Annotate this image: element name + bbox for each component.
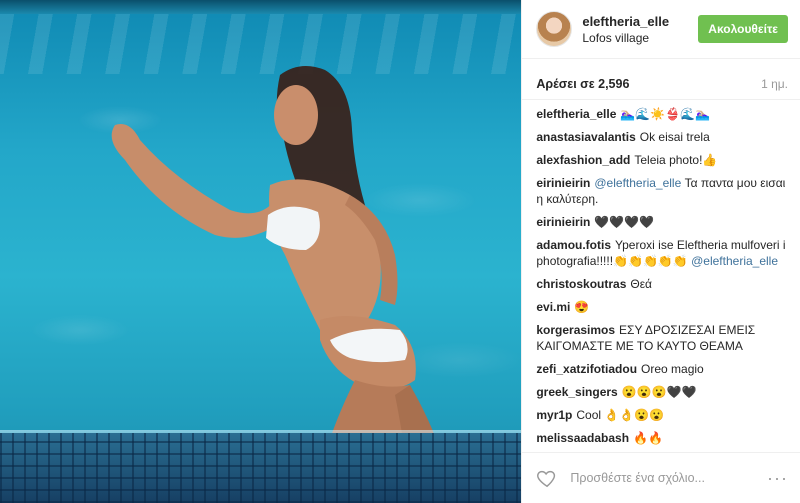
- comment-item: melissaadabash 🔥🔥: [536, 430, 788, 446]
- avatar[interactable]: [536, 11, 573, 47]
- likes-count[interactable]: Αρέσει σε 2,596: [536, 77, 629, 91]
- comment-item: eirinieirin @eleftheria_elle Τα παντα μου…: [536, 175, 788, 207]
- comment-item: myr1p Cool 👌👌😮😮: [536, 407, 788, 423]
- comment-mention[interactable]: @eleftheria_elle: [691, 254, 778, 268]
- username-link[interactable]: eleftheria_elle: [582, 14, 698, 29]
- comment-text: 😮😮😮🖤🖤: [621, 385, 697, 399]
- swimmer-figure: [111, 66, 440, 455]
- comment-text: Oreo magio: [641, 362, 704, 376]
- comment-username[interactable]: eleftheria_elle: [536, 107, 616, 121]
- comment-text: 🏊🏼‍♀️🌊☀️👙🌊🏊🏼‍♀️: [620, 107, 711, 121]
- comment-text: 🔥🔥: [633, 431, 663, 445]
- comment-username[interactable]: alexfashion_add: [536, 153, 630, 167]
- comment-username[interactable]: evi.mi: [536, 300, 570, 314]
- post-meta: Αρέσει σε 2,596 1 ημ.: [522, 59, 800, 100]
- comment-item: alexfashion_add Teleia photo!👍: [536, 152, 788, 168]
- comment-item: greek_singers 😮😮😮🖤🖤: [536, 384, 788, 400]
- post-photo[interactable]: [0, 0, 522, 503]
- comment-username[interactable]: christoskoutras: [536, 277, 626, 291]
- comment-username[interactable]: greek_singers: [536, 385, 617, 399]
- comment-text: Θεά: [630, 277, 652, 291]
- user-info: eleftheria_elle Lofos village: [582, 14, 698, 45]
- comment-username[interactable]: melissaadabash: [536, 431, 629, 445]
- more-options-icon[interactable]: ···: [767, 469, 788, 487]
- comment-item: anastasiavalantis Ok eisai trela: [536, 129, 788, 145]
- following-button[interactable]: Ακολουθείτε: [698, 15, 788, 43]
- location-link[interactable]: Lofos village: [582, 31, 698, 45]
- comment-item: evi.mi 😍: [536, 299, 788, 315]
- comment-username[interactable]: eirinieirin: [536, 176, 590, 190]
- pool-tile-floor: [0, 433, 522, 503]
- instagram-post: eleftheria_elle Lofos village Ακολουθείτ…: [0, 0, 800, 503]
- comment-item: christoskoutras Θεά: [536, 276, 788, 292]
- comment-username[interactable]: anastasiavalantis: [536, 130, 635, 144]
- comment-text: Cool 👌👌😮😮: [576, 408, 665, 422]
- add-comment-input[interactable]: Προσθέστε ένα σχόλιο...: [570, 471, 767, 485]
- comment-item: eleftheria_elle 🏊🏼‍♀️🌊☀️👙🌊🏊🏼‍♀️: [536, 106, 788, 122]
- comment-text: 🖤🖤🖤🖤: [594, 215, 655, 229]
- comment-username[interactable]: zefi_xatzifotiadou: [536, 362, 637, 376]
- comment-item: eirinieirin 🖤🖤🖤🖤: [536, 214, 788, 230]
- comment-item: zefi_xatzifotiadou Oreo magio: [536, 361, 788, 377]
- heart-outline-icon[interactable]: [536, 467, 558, 489]
- comment-text: 😍: [574, 300, 590, 314]
- comment-item: adamou.fotis Yperoxi ise Eleftheria mulfo…: [536, 237, 788, 269]
- comment-username[interactable]: adamou.fotis: [536, 238, 611, 252]
- comment-username[interactable]: eirinieirin: [536, 215, 590, 229]
- comment-username[interactable]: myr1p: [536, 408, 572, 422]
- comment-text: Ok eisai trela: [639, 130, 710, 144]
- comment-text: Teleia photo!👍: [634, 153, 718, 167]
- post-side-panel: eleftheria_elle Lofos village Ακολουθείτ…: [521, 0, 800, 503]
- post-header: eleftheria_elle Lofos village Ακολουθείτ…: [522, 0, 800, 59]
- comment-mention[interactable]: @eleftheria_elle: [594, 176, 681, 190]
- comments-list[interactable]: eleftheria_elle 🏊🏼‍♀️🌊☀️👙🌊🏊🏼‍♀️ anastasia…: [522, 100, 800, 452]
- post-time[interactable]: 1 ημ.: [761, 77, 788, 91]
- comment-item: korgerasimos ΕΣΥ ΔΡΟΣΙΖΕΣΑΙ ΕΜΕΙΣ ΚΑΙΓΟΜΑ…: [536, 322, 788, 354]
- post-footer: Προσθέστε ένα σχόλιο... ···: [522, 452, 800, 503]
- comment-username[interactable]: korgerasimos: [536, 323, 615, 337]
